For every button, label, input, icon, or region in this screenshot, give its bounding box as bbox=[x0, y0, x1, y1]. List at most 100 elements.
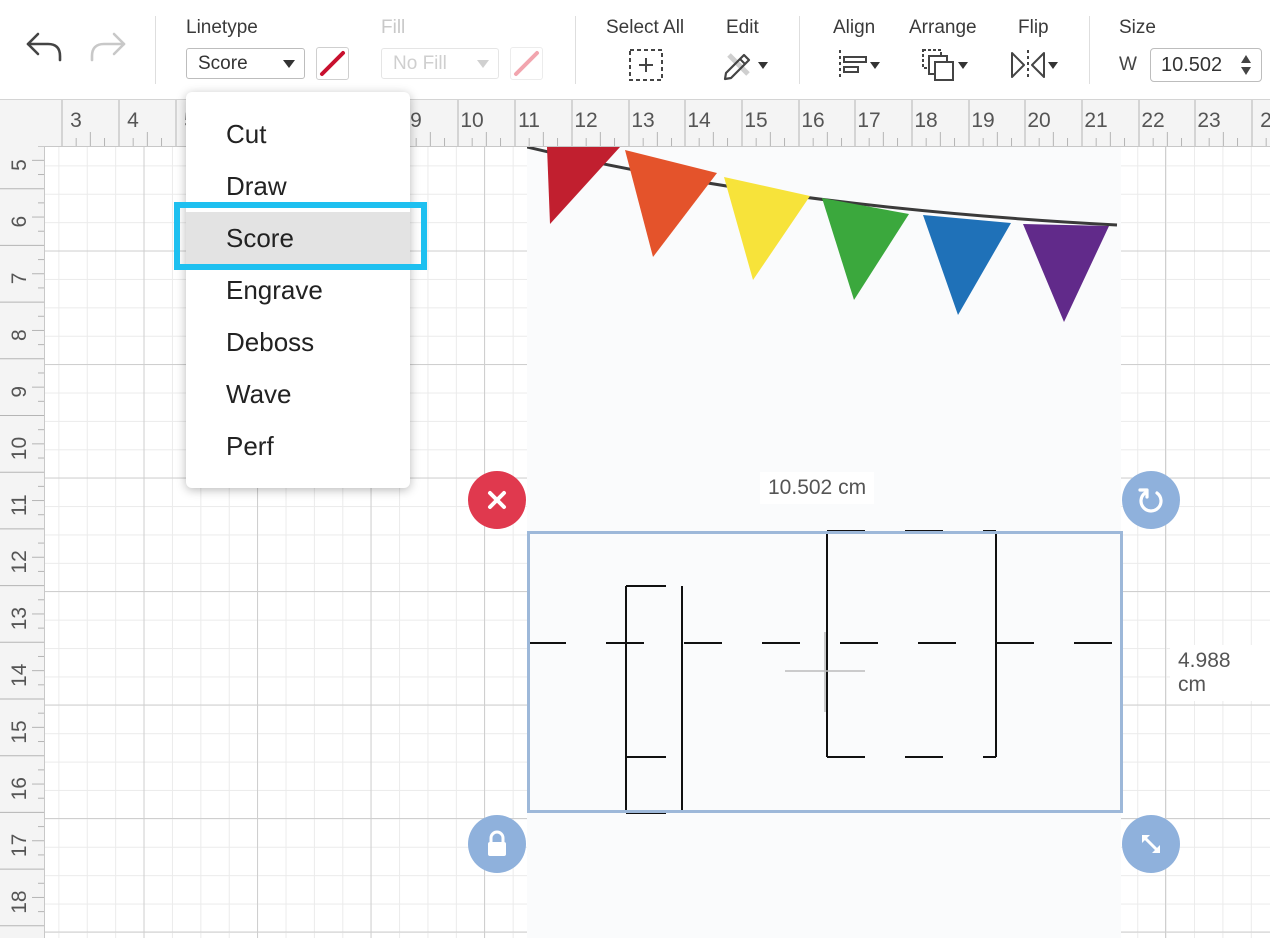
undo-button[interactable] bbox=[22, 28, 66, 66]
ruler-number: 17 bbox=[8, 834, 31, 857]
ruler-number: 16 bbox=[8, 777, 31, 800]
select-all-label: Select All bbox=[606, 17, 685, 38]
ruler-number: 5 bbox=[8, 159, 31, 171]
toolbar-divider bbox=[155, 16, 156, 84]
fill-color-swatch[interactable] bbox=[510, 47, 543, 80]
menu-item-wave[interactable]: Wave bbox=[186, 368, 410, 420]
ruler-number: 2 bbox=[1260, 109, 1270, 132]
color-slash-icon bbox=[514, 51, 539, 76]
ruler-number: 15 bbox=[8, 720, 31, 743]
width-input[interactable]: 10.502 bbox=[1150, 48, 1262, 82]
ruler-number: 22 bbox=[1141, 109, 1164, 132]
redo-button[interactable] bbox=[86, 28, 130, 66]
menu-item-perf[interactable]: Perf bbox=[186, 420, 410, 472]
chevron-down-icon bbox=[870, 61, 880, 69]
toolbar: Linetype Score Fill No Fill Select All E… bbox=[0, 0, 1270, 100]
chevron-down-icon bbox=[477, 60, 489, 68]
banner-flag-purple bbox=[1023, 224, 1109, 322]
pencil-ruler-icon bbox=[723, 53, 751, 81]
resize-handle[interactable] bbox=[1122, 815, 1180, 873]
color-slash-icon bbox=[320, 51, 345, 76]
toolbar-divider bbox=[575, 16, 576, 84]
selection-width-label: 10.502 cm bbox=[760, 472, 875, 504]
menu-item-label: Cut bbox=[226, 119, 267, 149]
align-button[interactable] bbox=[830, 46, 886, 84]
ruler-number: 14 bbox=[687, 109, 711, 132]
banner-flag-yellow bbox=[724, 177, 810, 280]
ruler-number: 13 bbox=[631, 109, 654, 132]
size-label: Size bbox=[1119, 17, 1156, 38]
ruler-number: 7 bbox=[8, 273, 31, 285]
flip-button[interactable] bbox=[1004, 46, 1062, 84]
align-label: Align bbox=[833, 17, 876, 38]
menu-item-label: Engrave bbox=[226, 275, 323, 305]
ruler-left-ticks: 5678910111213141516171819 bbox=[0, 146, 44, 927]
ruler-number: 3 bbox=[70, 109, 82, 132]
rotate-icon bbox=[1138, 488, 1163, 513]
select-all-button[interactable] bbox=[626, 46, 666, 84]
ruler-number: 23 bbox=[1197, 109, 1220, 132]
menu-item-label: Draw bbox=[226, 171, 287, 201]
chevron-down-icon bbox=[958, 61, 968, 69]
ruler-number: 10 bbox=[460, 109, 483, 132]
ruler-number: 11 bbox=[8, 494, 31, 516]
menu-item-deboss[interactable]: Deboss bbox=[186, 316, 410, 368]
flip-label: Flip bbox=[1018, 17, 1049, 38]
linetype-select[interactable]: Score bbox=[186, 48, 305, 79]
ruler-number: 13 bbox=[8, 607, 31, 630]
ruler-number: 9 bbox=[8, 386, 31, 398]
toolbar-divider bbox=[1089, 16, 1090, 84]
ruler-number: 12 bbox=[574, 109, 597, 132]
ruler-number: 12 bbox=[8, 550, 31, 573]
chevron-down-icon bbox=[758, 61, 768, 69]
fill-label: Fill bbox=[381, 17, 406, 38]
ruler-number: 17 bbox=[857, 109, 880, 132]
rotate-handle[interactable] bbox=[1122, 471, 1180, 529]
ruler-number: 8 bbox=[8, 329, 31, 341]
ruler-number: 18 bbox=[8, 890, 31, 913]
chevron-down-icon bbox=[283, 60, 295, 68]
redo-icon bbox=[90, 32, 126, 62]
linetype-label: Linetype bbox=[186, 17, 258, 38]
undo-icon bbox=[26, 32, 62, 62]
menu-item-cut[interactable]: Cut bbox=[186, 108, 410, 160]
arrange-label: Arrange bbox=[909, 17, 977, 38]
flip-horizontal-icon bbox=[1011, 50, 1045, 80]
selection-bounding-box[interactable] bbox=[527, 531, 1123, 813]
linetype-dropdown-menu: Cut Draw Score Engrave Deboss Wave Perf bbox=[186, 92, 410, 488]
menu-item-engrave[interactable]: Engrave bbox=[186, 264, 410, 316]
ruler-number: 20 bbox=[1027, 109, 1050, 132]
edit-label: Edit bbox=[726, 17, 759, 38]
resize-icon bbox=[1142, 835, 1160, 853]
lock-handle[interactable] bbox=[468, 815, 526, 873]
lock-icon bbox=[488, 830, 506, 856]
ruler-number: 19 bbox=[971, 109, 994, 132]
arrange-button[interactable] bbox=[916, 46, 972, 84]
banner-flag-orange bbox=[625, 150, 717, 257]
ruler-number: 4 bbox=[127, 109, 139, 132]
align-left-icon bbox=[839, 50, 867, 80]
ruler-left: 5678910111213141516171819 bbox=[0, 146, 45, 938]
ruler-corner bbox=[0, 100, 45, 147]
fill-select[interactable]: No Fill bbox=[381, 48, 499, 79]
select-all-icon bbox=[629, 49, 663, 81]
edit-button[interactable] bbox=[716, 46, 772, 84]
selection-height-label: 4.988 cm bbox=[1170, 645, 1270, 701]
ruler-number: 21 bbox=[1084, 109, 1107, 132]
banner-flag-blue bbox=[923, 215, 1011, 315]
close-icon bbox=[488, 491, 506, 509]
ruler-number: 18 bbox=[914, 109, 937, 132]
bunting-banner[interactable] bbox=[527, 147, 1121, 347]
linetype-value: Score bbox=[198, 53, 248, 74]
menu-item-label: Deboss bbox=[226, 327, 315, 357]
stepper-icon[interactable] bbox=[1239, 52, 1253, 78]
width-value: 10.502 bbox=[1161, 54, 1223, 76]
delete-handle[interactable] bbox=[468, 471, 526, 529]
menu-item-label: Perf bbox=[226, 431, 274, 461]
ruler-number: 9 bbox=[410, 109, 422, 132]
ruler-number: 11 bbox=[518, 109, 540, 132]
toolbar-divider bbox=[799, 16, 800, 84]
ruler-number: 6 bbox=[8, 216, 31, 228]
fill-value: No Fill bbox=[393, 53, 447, 74]
linetype-color-swatch[interactable] bbox=[316, 47, 349, 80]
